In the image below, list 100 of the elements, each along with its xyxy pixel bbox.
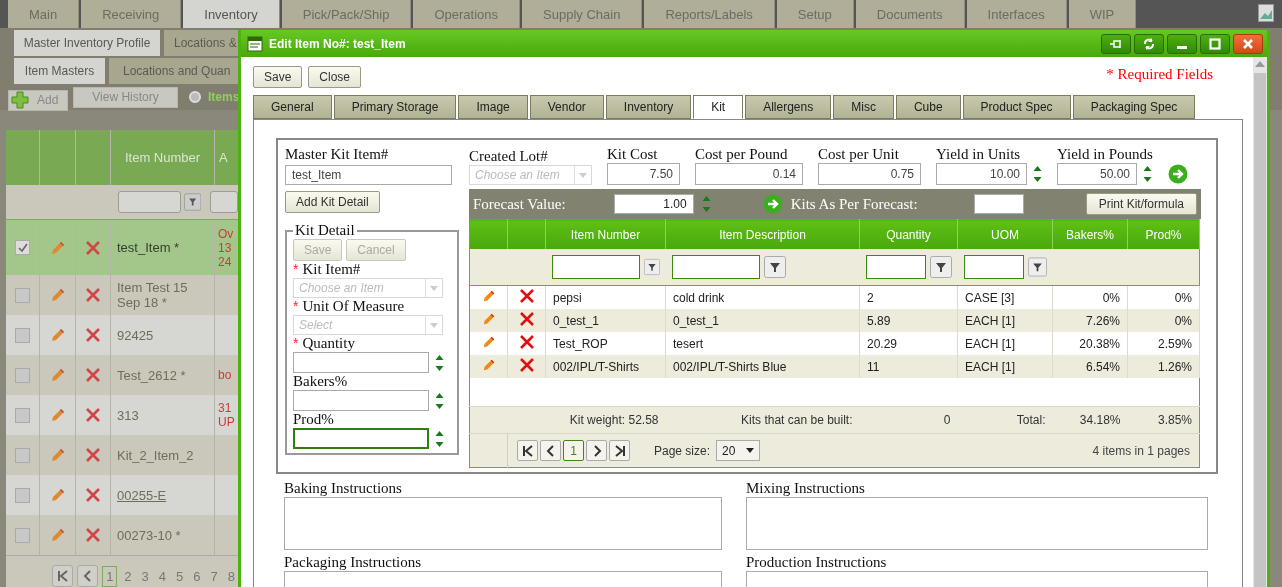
nav-tab[interactable]: Documents <box>855 0 965 28</box>
maximize-button[interactable] <box>1200 33 1230 54</box>
spinner-arrows-icon[interactable] <box>1143 165 1152 183</box>
spinner-arrows-icon[interactable] <box>435 391 444 410</box>
pencil-icon[interactable] <box>481 289 496 303</box>
tab[interactable]: Vendor <box>529 95 604 119</box>
grid-row[interactable]: 00273-10 * <box>6 515 238 555</box>
page-number[interactable]: 1 <box>102 565 118 587</box>
page-number[interactable]: 6 <box>190 566 204 586</box>
page-number[interactable]: 3 <box>138 566 152 586</box>
pencil-icon[interactable] <box>49 287 66 303</box>
filter-field[interactable] <box>963 255 1024 279</box>
close-button[interactable] <box>1233 33 1263 54</box>
number-field[interactable]: 0.14 <box>695 163 803 185</box>
column-header[interactable]: A <box>215 130 238 185</box>
checkbox[interactable] <box>15 367 30 383</box>
filter-field[interactable] <box>551 255 640 279</box>
pencil-icon[interactable] <box>49 527 66 543</box>
column-header[interactable]: Item Description <box>665 219 860 249</box>
radio-icon[interactable] <box>189 91 201 103</box>
cross-icon[interactable] <box>85 447 101 463</box>
arrow-circle-icon[interactable] <box>1167 164 1188 184</box>
number-field[interactable] <box>293 428 429 449</box>
filter-icon[interactable] <box>1027 256 1047 278</box>
last-page-button[interactable] <box>609 440 630 461</box>
number-field[interactable]: 0.75 <box>818 163 921 185</box>
filter-field[interactable] <box>865 255 926 279</box>
dropdown[interactable]: Select <box>293 315 443 335</box>
number-field[interactable]: 7.50 <box>607 163 680 185</box>
nav-tab[interactable]: Setup <box>776 0 854 28</box>
scrollbar[interactable] <box>1253 57 1267 587</box>
text-area[interactable] <box>746 497 1208 550</box>
nav-tab[interactable]: Pick/Pack/Ship <box>281 0 412 28</box>
cross-icon[interactable] <box>518 357 535 373</box>
forecast-result-field[interactable] <box>973 194 1024 214</box>
first-page-button[interactable] <box>517 440 538 461</box>
page-number[interactable]: 2 <box>121 566 135 586</box>
tab[interactable]: General <box>253 95 332 119</box>
grid-row[interactable]: 00255-E <box>6 475 238 515</box>
number-field[interactable] <box>293 352 429 373</box>
tab[interactable]: Misc <box>833 95 894 119</box>
page-number[interactable]: 4 <box>155 566 170 586</box>
tab[interactable]: Allergens <box>745 95 832 119</box>
spinner-arrows-icon[interactable] <box>1033 165 1042 183</box>
checkbox[interactable] <box>15 407 30 423</box>
pencil-icon[interactable] <box>49 327 66 343</box>
number-field[interactable]: 50.00 <box>1057 163 1137 185</box>
pencil-icon[interactable] <box>49 447 66 463</box>
grid-row[interactable]: Item Test 15 Sep 18 * <box>6 275 238 315</box>
grid-row[interactable]: Kit_2_Item_2 <box>6 435 238 475</box>
page-size-dropdown[interactable]: 20 <box>716 440 761 461</box>
print-button[interactable]: Print Kit/formula <box>1085 193 1197 215</box>
pencil-icon[interactable] <box>49 487 66 503</box>
grid-row[interactable]: Test_2612 * bo <box>6 355 238 395</box>
cross-icon[interactable] <box>518 288 535 304</box>
master-kit-item-field[interactable]: test_Item <box>285 165 452 185</box>
nav-tab[interactable]: Main <box>8 0 80 28</box>
previous-page-button[interactable] <box>540 440 561 461</box>
checkbox[interactable] <box>15 327 30 343</box>
tab[interactable]: Kit <box>693 95 744 119</box>
page-number[interactable]: 1 <box>563 440 584 461</box>
cross-icon[interactable] <box>85 367 101 383</box>
spinner-arrows-icon[interactable] <box>435 353 444 372</box>
item-link[interactable]: 00255-E <box>117 487 167 503</box>
minimize-button[interactable] <box>1167 33 1197 54</box>
nav-tab[interactable]: Operations <box>413 0 521 28</box>
spinner-arrows-icon[interactable] <box>435 429 444 448</box>
column-header[interactable]: Prod% <box>1127 219 1200 249</box>
pencil-icon[interactable] <box>49 239 66 256</box>
column-header[interactable]: UOM <box>957 219 1053 249</box>
filter-icon[interactable] <box>183 192 201 212</box>
nav-tab[interactable]: WIP <box>1068 0 1137 28</box>
pencil-icon[interactable] <box>49 407 66 423</box>
add-button[interactable]: Add <box>8 89 68 111</box>
dialog-button[interactable]: Save <box>253 66 303 88</box>
tab[interactable]: Packaging Spec <box>1072 95 1196 119</box>
forecast-field[interactable]: 1.00 <box>613 194 694 214</box>
add-kit-detail-button[interactable]: Add Kit Detail <box>285 191 380 213</box>
refresh-button[interactable] <box>1134 33 1164 54</box>
arrow-circle-icon[interactable] <box>762 194 783 214</box>
tab[interactable]: Primary Storage <box>333 95 457 119</box>
scroll-up-icon[interactable] <box>1255 61 1265 67</box>
column-header[interactable]: Item Number <box>545 219 666 249</box>
grid-row[interactable]: 313 31 UP <box>6 395 238 435</box>
cross-icon[interactable] <box>85 527 101 543</box>
number-field[interactable]: 10.00 <box>936 163 1027 185</box>
page-number[interactable]: 5 <box>173 566 187 586</box>
tab[interactable]: Product Spec <box>962 95 1071 119</box>
cross-icon[interactable] <box>518 311 535 327</box>
pencil-icon[interactable] <box>49 367 66 383</box>
tab[interactable]: Inventory <box>605 95 692 119</box>
next-page-button[interactable] <box>586 440 607 461</box>
filter-field[interactable] <box>210 191 238 213</box>
grid-row[interactable]: test_Item * Ov 13 24 <box>6 220 238 275</box>
page-number[interactable]: 7 <box>207 566 221 586</box>
nav-tab[interactable]: Interfaces <box>966 0 1067 28</box>
filter-icon[interactable] <box>643 256 660 278</box>
tab[interactable]: Image <box>458 95 528 119</box>
cross-icon[interactable] <box>85 287 101 303</box>
column-header[interactable]: Quantity <box>859 219 958 249</box>
